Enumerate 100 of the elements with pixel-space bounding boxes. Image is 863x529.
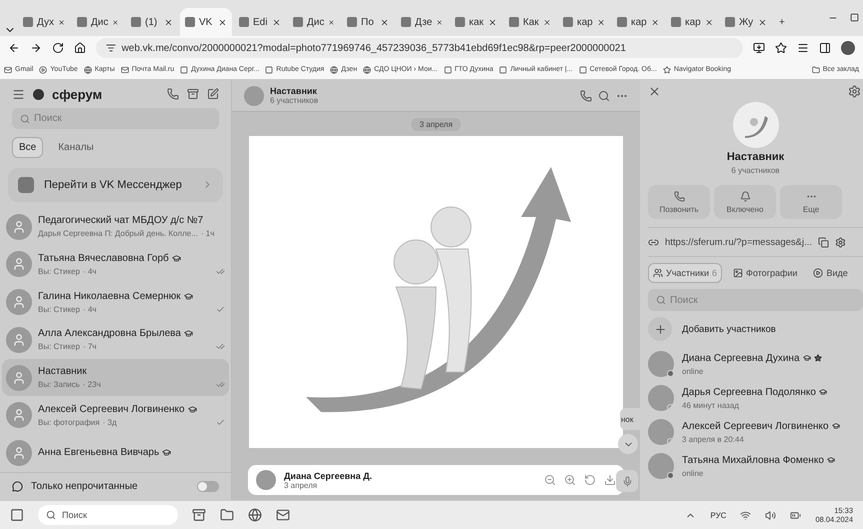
- chat-list-item[interactable]: Наставник Вы: Запись · 23ч: [2, 358, 229, 396]
- graduation-cap-icon: [818, 388, 827, 396]
- profile-avatar[interactable]: [841, 41, 855, 55]
- message-time: · 3д: [102, 418, 117, 427]
- back-button[interactable]: [8, 42, 20, 54]
- logo-icon: [33, 88, 44, 100]
- address-bar[interactable]: web.vk.me/convo/2000000021?modal=photo771969746_457239036_5773b41ebd69f1ec98&rp=peer2000000021: [96, 38, 743, 58]
- scroll-down-button[interactable]: [618, 434, 638, 454]
- message-time: · 23ч: [82, 380, 101, 389]
- browser-tab[interactable]: Как: [504, 8, 556, 36]
- maximize-button[interactable]: [850, 13, 859, 22]
- browser-tab[interactable]: Жу: [720, 8, 772, 36]
- forward-button[interactable]: [30, 42, 42, 54]
- archive-icon[interactable]: [187, 88, 199, 100]
- action-button[interactable]: Еще: [780, 185, 842, 219]
- message-bubble: нок: [620, 408, 640, 430]
- site-settings-icon: [106, 43, 116, 53]
- reading-list-icon[interactable]: [797, 42, 809, 54]
- search-icon: [46, 510, 56, 520]
- menu-icon[interactable]: [12, 88, 25, 101]
- close-icon: [758, 18, 767, 26]
- call-icon[interactable]: [580, 90, 592, 102]
- bookmark-star-icon[interactable]: [775, 42, 787, 54]
- browser-icon[interactable]: [248, 508, 262, 522]
- action-button[interactable]: Включено: [714, 185, 776, 219]
- chat-list-item[interactable]: Алексей Сергеевич Логвиненко Вы: фотография · 3д: [2, 396, 229, 434]
- zoom-in-icon[interactable]: [564, 474, 576, 486]
- microphone-button[interactable]: [616, 470, 638, 492]
- toggle-switch[interactable]: [197, 480, 219, 492]
- chat-list-item[interactable]: Татьяна Вячеславовна Горб Вы: Стикер · 4ч: [2, 246, 229, 284]
- invite-link[interactable]: https://sferum.ru/?p=messages&j...: [665, 236, 812, 248]
- member-count: 6 участников: [731, 166, 780, 175]
- volume-icon[interactable]: [765, 510, 776, 520]
- close-icon[interactable]: [648, 84, 661, 98]
- favicon-icon: [401, 17, 411, 27]
- browser-tab[interactable]: Edi: [234, 8, 286, 36]
- chat-name: Алла Александровна Брылева: [38, 328, 181, 340]
- taskbar-app-icon[interactable]: [192, 508, 206, 522]
- bookmark-icon: [499, 66, 508, 74]
- settings-icon[interactable]: [848, 84, 861, 98]
- zoom-out-icon[interactable]: [544, 474, 556, 486]
- browser-tab[interactable]: Дис: [288, 8, 340, 36]
- favicon-icon: [347, 17, 357, 27]
- taskbar-search[interactable]: Поиск: [38, 505, 178, 525]
- chat-list-item[interactable]: Анна Евгеньевна Вивчарь: [2, 434, 229, 472]
- browser-tab[interactable]: (1): [126, 8, 178, 36]
- language-indicator[interactable]: РУС: [710, 510, 726, 520]
- browser-tab[interactable]: кар: [666, 8, 718, 36]
- graduation-cap-icon: [802, 354, 811, 362]
- copy-icon[interactable]: [818, 236, 830, 248]
- message-time: · 4ч: [82, 304, 96, 314]
- browser-tab[interactable]: Дух: [18, 8, 70, 36]
- action-button[interactable]: Позвонить: [648, 185, 710, 219]
- wifi-icon[interactable]: [740, 510, 752, 520]
- browser-tab[interactable]: Дзе: [396, 8, 448, 36]
- settings-icon[interactable]: [835, 236, 846, 248]
- add-members-button[interactable]: Добавить участников: [648, 311, 863, 347]
- section-tab[interactable]: Виде: [808, 263, 853, 283]
- filter-tab[interactable]: Каналы: [51, 136, 101, 158]
- close-icon: [380, 18, 389, 26]
- rotate-icon[interactable]: [584, 474, 596, 486]
- chat-list-item[interactable]: Алла Александровна Брылева Вы: Стикер · 7ч: [2, 320, 229, 359]
- chat-list-item[interactable]: Педагогический чат МБДОУ д/с №7 Дарья Сергеевна П: Добрый день. Колле... · 1ч: [2, 208, 229, 246]
- mail-icon[interactable]: [276, 508, 290, 522]
- chat-list-item[interactable]: Галина Николаевна Семернюк Вы: Стикер · 4ч: [2, 283, 229, 321]
- battery-icon[interactable]: [790, 510, 802, 520]
- avatar: [648, 453, 674, 479]
- group-title: Наставник: [726, 151, 784, 163]
- message-preview: Вы: Стикер: [38, 342, 80, 352]
- close-icon: [328, 18, 335, 26]
- close-icon: [272, 18, 281, 26]
- compose-icon[interactable]: [207, 88, 219, 100]
- bookmark-icon: [330, 66, 338, 74]
- phone-icon: [674, 190, 684, 202]
- search-icon[interactable]: [598, 90, 610, 102]
- reload-button[interactable]: [52, 42, 64, 54]
- filter-tab[interactable]: Все: [12, 136, 44, 158]
- add-call-icon[interactable]: [167, 88, 179, 100]
- close-icon: [58, 18, 65, 26]
- browser-tab[interactable]: VK: [180, 8, 232, 36]
- browser-tab[interactable]: кар: [612, 8, 664, 36]
- browser-tab[interactable]: как: [450, 8, 502, 36]
- browser-tab[interactable]: кар: [558, 8, 610, 36]
- folder-icon[interactable]: [220, 508, 234, 522]
- side-panel-icon[interactable]: [819, 42, 831, 54]
- section-tab[interactable]: Фотографии: [728, 263, 802, 283]
- start-button[interactable]: [10, 508, 24, 522]
- chat-name: Педагогический чат МБДОУ д/с №7: [38, 215, 204, 226]
- message-preview: Дарья Сергеевна П: Добрый день. Колле...: [38, 229, 198, 238]
- member-status: online: [682, 366, 704, 376]
- browser-tab[interactable]: По: [342, 8, 394, 36]
- messenger-banner[interactable]: Перейти в VK Мессенджер: [8, 168, 223, 202]
- browser-tab[interactable]: Дис: [72, 8, 124, 36]
- install-app-icon[interactable]: [753, 42, 765, 54]
- section-tab[interactable]: Участники 6: [648, 263, 722, 283]
- person-icon: [12, 295, 26, 310]
- home-button[interactable]: [74, 42, 86, 54]
- chat-name: Татьяна Вячеславовна Горб: [38, 252, 169, 264]
- new-tab-button[interactable]: +: [774, 8, 826, 36]
- download-icon[interactable]: [604, 474, 616, 486]
